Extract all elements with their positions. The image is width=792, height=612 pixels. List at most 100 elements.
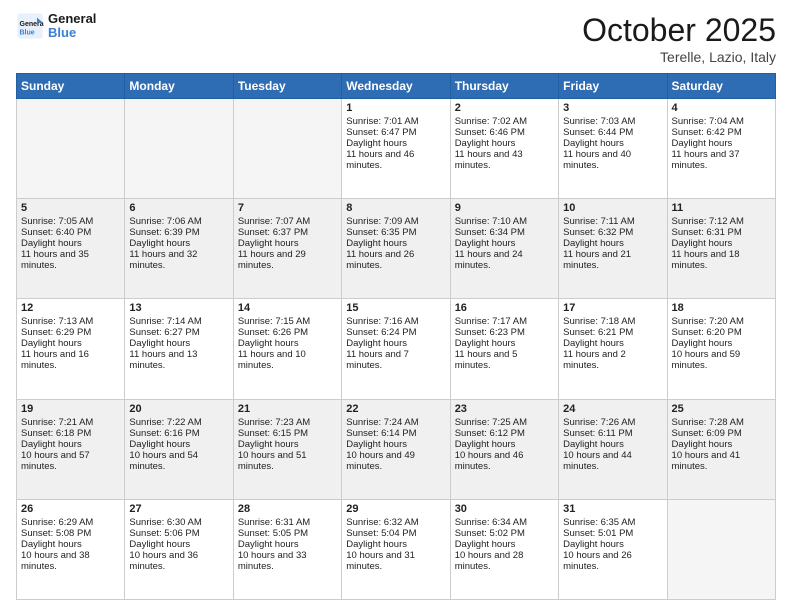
day-number: 29 bbox=[346, 503, 445, 515]
day-number: 20 bbox=[129, 403, 228, 415]
cell-info: Sunrise: 7:23 AMSunset: 6:15 PMDaylight … bbox=[238, 417, 310, 472]
day-number: 8 bbox=[346, 202, 445, 214]
title-block: October 2025 Terelle, Lazio, Italy bbox=[582, 12, 776, 65]
day-number: 17 bbox=[563, 302, 662, 314]
cell-info: Sunrise: 7:15 AMSunset: 6:26 PMDaylight … bbox=[238, 316, 310, 371]
cell-info: Sunrise: 7:12 AMSunset: 6:31 PMDaylight … bbox=[672, 216, 744, 271]
col-header-wednesday: Wednesday bbox=[342, 74, 450, 99]
svg-text:Blue: Blue bbox=[20, 30, 35, 37]
cell-info: Sunrise: 7:22 AMSunset: 6:16 PMDaylight … bbox=[129, 417, 201, 472]
day-number: 24 bbox=[563, 403, 662, 415]
day-number: 1 bbox=[346, 102, 445, 114]
cell-info: Sunrise: 7:26 AMSunset: 6:11 PMDaylight … bbox=[563, 417, 635, 472]
day-number: 10 bbox=[563, 202, 662, 214]
calendar-cell: 5 Sunrise: 7:05 AMSunset: 6:40 PMDaylight… bbox=[17, 199, 125, 299]
week-row-4: 19 Sunrise: 7:21 AMSunset: 6:18 PMDayligh… bbox=[17, 399, 776, 499]
calendar-cell: 19 Sunrise: 7:21 AMSunset: 6:18 PMDayligh… bbox=[17, 399, 125, 499]
col-header-tuesday: Tuesday bbox=[233, 74, 341, 99]
day-number: 4 bbox=[672, 102, 771, 114]
calendar-cell: 15Sunrise: 7:16 AMSunset: 6:24 PMDayligh… bbox=[342, 299, 450, 399]
day-number: 2 bbox=[455, 102, 554, 114]
page: General Blue General Blue October 2025 T… bbox=[0, 0, 792, 612]
day-number: 7 bbox=[238, 202, 337, 214]
cell-info: Sunrise: 7:01 AMSunset: 6:47 PMDaylight … bbox=[346, 116, 418, 171]
day-number: 28 bbox=[238, 503, 337, 515]
logo-blue: Blue bbox=[48, 25, 76, 40]
calendar-cell: 29 Sunrise: 6:32 AMSunset: 5:04 PMDayligh… bbox=[342, 499, 450, 599]
day-number: 16 bbox=[455, 302, 554, 314]
calendar-cell: 9Sunrise: 7:10 AMSunset: 6:34 PMDaylight… bbox=[450, 199, 558, 299]
calendar-cell: 23Sunrise: 7:25 AMSunset: 6:12 PMDayligh… bbox=[450, 399, 558, 499]
logo: General Blue General Blue bbox=[16, 12, 96, 41]
week-row-5: 26 Sunrise: 6:29 AMSunset: 5:08 PMDayligh… bbox=[17, 499, 776, 599]
cell-info: Sunrise: 6:34 AMSunset: 5:02 PMDaylight … bbox=[455, 517, 527, 572]
cell-info: Sunrise: 7:09 AMSunset: 6:35 PMDaylight … bbox=[346, 216, 418, 271]
col-header-friday: Friday bbox=[559, 74, 667, 99]
calendar-cell bbox=[667, 499, 775, 599]
cell-info: Sunrise: 7:18 AMSunset: 6:21 PMDaylight … bbox=[563, 316, 635, 371]
calendar-cell: 17 Sunrise: 7:18 AMSunset: 6:21 PMDayligh… bbox=[559, 299, 667, 399]
calendar-cell bbox=[233, 99, 341, 199]
calendar-cell bbox=[125, 99, 233, 199]
calendar-cell: 30 Sunrise: 6:34 AMSunset: 5:02 PMDayligh… bbox=[450, 499, 558, 599]
day-number: 6 bbox=[129, 202, 228, 214]
calendar-cell: 6 Sunrise: 7:06 AMSunset: 6:39 PMDaylight… bbox=[125, 199, 233, 299]
calendar-cell: 31 Sunrise: 6:35 AMSunset: 5:01 PMDayligh… bbox=[559, 499, 667, 599]
calendar-cell: 14Sunrise: 7:15 AMSunset: 6:26 PMDayligh… bbox=[233, 299, 341, 399]
cell-info: Sunrise: 7:02 AMSunset: 6:46 PMDaylight … bbox=[455, 116, 527, 171]
month-title: October 2025 bbox=[582, 12, 776, 49]
cell-info: Sunrise: 6:31 AMSunset: 5:05 PMDaylight … bbox=[238, 517, 310, 572]
calendar-cell: 24 Sunrise: 7:26 AMSunset: 6:11 PMDayligh… bbox=[559, 399, 667, 499]
logo-general: General bbox=[48, 11, 96, 26]
cell-info: Sunrise: 7:11 AMSunset: 6:32 PMDaylight … bbox=[563, 216, 635, 271]
calendar-cell: 10 Sunrise: 7:11 AMSunset: 6:32 PMDayligh… bbox=[559, 199, 667, 299]
day-number: 30 bbox=[455, 503, 554, 515]
calendar-cell: 4Sunrise: 7:04 AMSunset: 6:42 PMDaylight… bbox=[667, 99, 775, 199]
day-number: 3 bbox=[563, 102, 662, 114]
col-header-monday: Monday bbox=[125, 74, 233, 99]
location-subtitle: Terelle, Lazio, Italy bbox=[582, 49, 776, 65]
cell-info: Sunrise: 7:16 AMSunset: 6:24 PMDaylight … bbox=[346, 316, 418, 371]
calendar-cell: 12Sunrise: 7:13 AMSunset: 6:29 PMDayligh… bbox=[17, 299, 125, 399]
calendar-cell: 20 Sunrise: 7:22 AMSunset: 6:16 PMDayligh… bbox=[125, 399, 233, 499]
calendar-cell: 21Sunrise: 7:23 AMSunset: 6:15 PMDayligh… bbox=[233, 399, 341, 499]
day-number: 5 bbox=[21, 202, 120, 214]
day-number: 12 bbox=[21, 302, 120, 314]
cell-info: Sunrise: 7:06 AMSunset: 6:39 PMDaylight … bbox=[129, 216, 201, 271]
cell-info: Sunrise: 7:07 AMSunset: 6:37 PMDaylight … bbox=[238, 216, 310, 271]
day-number: 22 bbox=[346, 403, 445, 415]
week-row-3: 12Sunrise: 7:13 AMSunset: 6:29 PMDayligh… bbox=[17, 299, 776, 399]
day-number: 31 bbox=[563, 503, 662, 515]
header: General Blue General Blue October 2025 T… bbox=[16, 12, 776, 65]
calendar-cell: 13Sunrise: 7:14 AMSunset: 6:27 PMDayligh… bbox=[125, 299, 233, 399]
cell-info: Sunrise: 6:35 AMSunset: 5:01 PMDaylight … bbox=[563, 517, 635, 572]
day-number: 11 bbox=[672, 202, 771, 214]
col-header-saturday: Saturday bbox=[667, 74, 775, 99]
col-header-thursday: Thursday bbox=[450, 74, 558, 99]
calendar-cell: 8 Sunrise: 7:09 AMSunset: 6:35 PMDaylight… bbox=[342, 199, 450, 299]
cell-info: Sunrise: 7:20 AMSunset: 6:20 PMDaylight … bbox=[672, 316, 744, 371]
week-row-2: 5 Sunrise: 7:05 AMSunset: 6:40 PMDaylight… bbox=[17, 199, 776, 299]
calendar-cell: 2 Sunrise: 7:02 AMSunset: 6:46 PMDaylight… bbox=[450, 99, 558, 199]
day-number: 25 bbox=[672, 403, 771, 415]
calendar-cell: 11 Sunrise: 7:12 AMSunset: 6:31 PMDayligh… bbox=[667, 199, 775, 299]
cell-info: Sunrise: 7:05 AMSunset: 6:40 PMDaylight … bbox=[21, 216, 93, 271]
cell-info: Sunrise: 6:29 AMSunset: 5:08 PMDaylight … bbox=[21, 517, 93, 572]
day-number: 23 bbox=[455, 403, 554, 415]
cell-info: Sunrise: 7:10 AMSunset: 6:34 PMDaylight … bbox=[455, 216, 527, 271]
calendar-cell: 26 Sunrise: 6:29 AMSunset: 5:08 PMDayligh… bbox=[17, 499, 125, 599]
day-number: 26 bbox=[21, 503, 120, 515]
calendar-cell: 3Sunrise: 7:03 AMSunset: 6:44 PMDaylight… bbox=[559, 99, 667, 199]
week-row-1: 1 Sunrise: 7:01 AMSunset: 6:47 PMDaylight… bbox=[17, 99, 776, 199]
cell-info: Sunrise: 7:28 AMSunset: 6:09 PMDaylight … bbox=[672, 417, 744, 472]
calendar-cell: 27Sunrise: 6:30 AMSunset: 5:06 PMDayligh… bbox=[125, 499, 233, 599]
calendar-cell: 18Sunrise: 7:20 AMSunset: 6:20 PMDayligh… bbox=[667, 299, 775, 399]
logo-icon: General Blue bbox=[16, 12, 44, 40]
day-number: 19 bbox=[21, 403, 120, 415]
calendar-cell: 7 Sunrise: 7:07 AMSunset: 6:37 PMDaylight… bbox=[233, 199, 341, 299]
cell-info: Sunrise: 6:32 AMSunset: 5:04 PMDaylight … bbox=[346, 517, 418, 572]
calendar-cell: 1 Sunrise: 7:01 AMSunset: 6:47 PMDaylight… bbox=[342, 99, 450, 199]
cell-info: Sunrise: 7:21 AMSunset: 6:18 PMDaylight … bbox=[21, 417, 93, 472]
cell-info: Sunrise: 6:30 AMSunset: 5:06 PMDaylight … bbox=[129, 517, 201, 572]
cell-info: Sunrise: 7:14 AMSunset: 6:27 PMDaylight … bbox=[129, 316, 201, 371]
